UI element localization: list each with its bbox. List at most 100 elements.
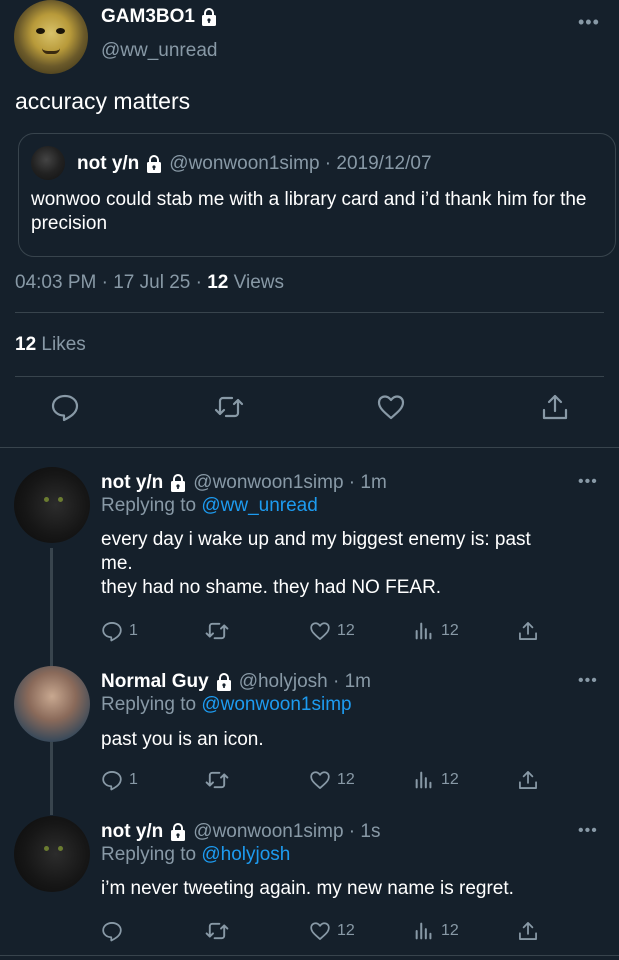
replying-to: Replying to @wonwoon1simp — [101, 694, 352, 716]
retweet-icon — [205, 622, 229, 640]
text-line: they had no shame. they had NO FEAR. — [101, 577, 442, 598]
like-icon[interactable] — [376, 392, 406, 422]
like-button[interactable]: 12 — [309, 619, 355, 643]
reply-button[interactable]: 1 — [101, 768, 138, 792]
view-count: 12 — [441, 622, 459, 639]
reply-icon — [102, 622, 122, 642]
author-handle[interactable]: @ww_unread — [101, 40, 217, 62]
avatar[interactable] — [14, 467, 90, 543]
reply-count: 1 — [129, 622, 138, 639]
like-count: 12 — [337, 771, 355, 788]
share-icon — [519, 622, 537, 640]
tweet-actions — [0, 392, 619, 432]
like-count: 12 — [337, 622, 355, 639]
share-icon — [519, 771, 537, 789]
like-count: 12 — [337, 922, 355, 939]
display-name: GAM3BO1 — [101, 6, 195, 27]
share-button[interactable] — [517, 768, 539, 792]
retweet-button[interactable] — [205, 919, 229, 943]
text-line: every day i wake up and my biggest enemy… — [101, 529, 531, 550]
views-label: Views — [228, 272, 284, 293]
replying-to: Replying to @ww_unread — [101, 495, 318, 517]
replying-prefix: Replying to — [101, 495, 202, 516]
like-button[interactable]: 12 — [309, 768, 355, 792]
quoted-display-name: not y/n — [77, 153, 140, 174]
display-name[interactable]: not y/n — [101, 472, 163, 494]
author-name[interactable]: GAM3BO1 — [101, 6, 218, 28]
reply-actions: 12 12 — [101, 919, 571, 943]
retweet-button[interactable] — [205, 768, 229, 792]
more-options-button[interactable]: ••• — [578, 672, 598, 690]
view-count: 12 — [441, 922, 459, 939]
divider — [0, 447, 619, 448]
timestamp[interactable]: 04:03 PM · 17 Jul 25 · — [15, 272, 207, 293]
quoted-handle-date: @wonwoon1simp · 2019/12/07 — [169, 153, 432, 174]
retweet-icon — [205, 771, 229, 789]
likes-count: 12 — [15, 334, 37, 355]
quoted-header: not y/n @wonwoon1simp · 2019/12/07 — [77, 153, 432, 175]
reply-header: not y/n @wonwoon1simp · 1m — [101, 472, 387, 494]
text-line: i’m never tweeting again. my new name is… — [101, 878, 514, 899]
views-button[interactable]: 12 — [413, 919, 459, 943]
text-line: me. — [101, 553, 133, 574]
analytics-icon — [415, 771, 432, 789]
views-button[interactable]: 12 — [413, 768, 459, 792]
likes-label: Likes — [36, 334, 86, 355]
lock-icon — [216, 672, 231, 691]
replying-to-link[interactable]: @wonwoon1simp — [201, 694, 351, 715]
replying-prefix: Replying to — [101, 844, 202, 865]
lock-icon — [147, 154, 162, 173]
reply-icon — [102, 771, 122, 791]
avatar[interactable] — [14, 816, 90, 892]
likes-stat[interactable]: 12 Likes — [15, 334, 86, 356]
text-line: past you is an icon. — [101, 729, 264, 750]
replying-to: Replying to @holyjosh — [101, 844, 290, 866]
share-icon[interactable] — [540, 392, 570, 422]
reply-header: not y/n @wonwoon1simp · 1s — [101, 821, 380, 843]
retweet-button[interactable] — [205, 619, 229, 643]
display-name[interactable]: not y/n — [101, 821, 163, 843]
handle-time: @holyjosh · 1m — [238, 671, 371, 692]
reply-actions: 1 12 12 — [101, 768, 571, 792]
analytics-icon — [415, 922, 432, 940]
quoted-tweet[interactable]: not y/n @wonwoon1simp · 2019/12/07 wonwo… — [18, 133, 616, 257]
reply-button[interactable] — [101, 919, 129, 943]
view-count: 12 — [441, 771, 459, 788]
share-icon — [519, 922, 537, 940]
reply-button[interactable]: 1 — [101, 619, 138, 643]
more-options-button[interactable]: ••• — [578, 822, 598, 840]
retweet-icon — [205, 922, 229, 940]
views-button[interactable]: 12 — [413, 619, 459, 643]
lock-icon — [201, 7, 216, 26]
views-count: 12 — [207, 272, 229, 293]
reply-text: past you is an icon. — [101, 728, 601, 752]
share-button[interactable] — [517, 919, 539, 943]
handle-time: @wonwoon1simp · 1s — [193, 821, 381, 842]
avatar[interactable] — [14, 666, 90, 742]
reply-count: 1 — [129, 771, 138, 788]
like-icon — [310, 622, 330, 640]
retweet-icon[interactable] — [214, 392, 244, 422]
more-options-button[interactable]: ••• — [578, 473, 598, 491]
reply-icon — [102, 922, 122, 942]
reply-text: i’m never tweeting again. my new name is… — [101, 877, 601, 901]
replying-prefix: Replying to — [101, 694, 202, 715]
quoted-avatar — [31, 146, 65, 180]
replying-to-link[interactable]: @ww_unread — [201, 495, 317, 516]
share-button[interactable] — [517, 619, 539, 643]
like-icon — [310, 771, 330, 789]
replying-to-link[interactable]: @holyjosh — [201, 844, 290, 865]
reply-header: Normal Guy @holyjosh · 1m — [101, 671, 371, 693]
divider — [0, 955, 619, 956]
reply-icon[interactable] — [50, 392, 80, 422]
quoted-text: wonwoo could stab me with a library card… — [31, 189, 587, 234]
more-options-button[interactable]: ••• — [578, 12, 600, 33]
lock-icon — [171, 822, 186, 841]
lock-icon — [171, 473, 186, 492]
analytics-icon — [415, 622, 432, 640]
like-button[interactable]: 12 — [309, 919, 355, 943]
divider — [15, 312, 604, 313]
like-icon — [310, 922, 330, 940]
display-name[interactable]: Normal Guy — [101, 671, 209, 693]
avatar[interactable] — [14, 0, 88, 74]
